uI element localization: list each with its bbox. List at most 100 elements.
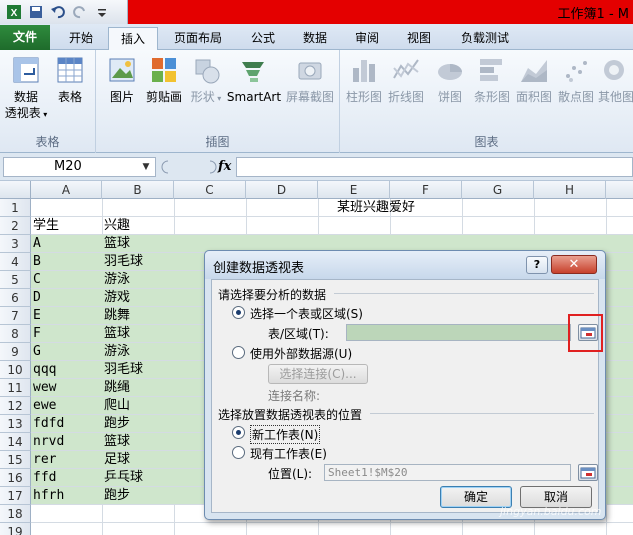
column-header[interactable]: F <box>390 181 462 199</box>
table-cell[interactable]: 跳舞 <box>102 307 130 325</box>
name-box[interactable]: M20 <box>3 157 156 177</box>
tab-page-layout[interactable]: 页面布局 <box>166 27 230 50</box>
pivottable-button[interactable]: 数据 透视表 ▾ <box>4 54 48 123</box>
table-cell[interactable]: F <box>31 325 41 343</box>
undo-icon[interactable] <box>50 4 66 20</box>
header-cell[interactable]: 学生 <box>31 217 59 235</box>
column-header[interactable]: D <box>246 181 318 199</box>
row-header[interactable]: 13 <box>0 415 31 433</box>
row-header[interactable]: 7 <box>0 307 31 325</box>
formula-input[interactable] <box>236 157 633 177</box>
area-chart-button[interactable]: 面积图 <box>514 54 554 105</box>
row-header[interactable]: 1 <box>0 199 31 217</box>
table-cell[interactable]: E <box>31 307 41 325</box>
column-header[interactable]: A <box>31 181 102 199</box>
table-cell[interactable]: 爬山 <box>102 397 130 415</box>
radio-select-range-label[interactable]: 选择一个表或区域(S) <box>250 305 363 322</box>
save-icon[interactable] <box>28 4 44 20</box>
radio-new-worksheet-label[interactable]: 新工作表(N) <box>250 425 321 444</box>
customize-qat-icon[interactable] <box>94 4 110 20</box>
row-header[interactable]: 9 <box>0 343 31 361</box>
table-cell[interactable]: 乒乓球 <box>102 469 143 487</box>
table-cell[interactable]: ffd <box>31 469 56 487</box>
tab-file[interactable]: 文件 <box>0 25 50 50</box>
table-cell[interactable]: fdfd <box>31 415 64 433</box>
radio-new-worksheet[interactable] <box>232 426 245 439</box>
table-cell[interactable]: A <box>31 235 41 253</box>
table-cell[interactable]: 足球 <box>102 451 130 469</box>
row-header[interactable]: 10 <box>0 361 31 379</box>
table-cell[interactable]: D <box>31 289 41 307</box>
other-charts-button[interactable]: 其他图 <box>596 54 633 105</box>
table-cell[interactable]: 羽毛球 <box>102 361 143 379</box>
shapes-button[interactable]: 形状 ▾ <box>188 54 224 107</box>
line-chart-button[interactable]: 折线图 <box>386 54 426 105</box>
column-header[interactable]: B <box>102 181 174 199</box>
tab-data[interactable]: 数据 <box>292 27 338 50</box>
table-row[interactable] <box>31 523 633 535</box>
row-header[interactable]: 12 <box>0 397 31 415</box>
insert-function-button[interactable]: fx <box>218 159 231 174</box>
radio-existing-worksheet[interactable] <box>232 446 245 459</box>
table-row[interactable]: 学生 兴趣 <box>31 217 633 235</box>
table-cell[interactable]: ewe <box>31 397 56 415</box>
table-cell[interactable]: nrvd <box>31 433 64 451</box>
tab-home[interactable]: 开始 <box>58 27 104 50</box>
name-box-dropdown-icon[interactable]: ▼ <box>139 158 153 176</box>
row-header[interactable]: 5 <box>0 271 31 289</box>
table-cell[interactable]: 游泳 <box>102 271 130 289</box>
radio-external-source[interactable] <box>232 346 245 359</box>
row-header[interactable]: 4 <box>0 253 31 271</box>
row-header[interactable]: 16 <box>0 469 31 487</box>
tab-review[interactable]: 审阅 <box>344 27 390 50</box>
column-header[interactable]: E <box>318 181 390 199</box>
location-input[interactable]: Sheet1!$M$20 <box>324 464 571 481</box>
row-header[interactable]: 14 <box>0 433 31 451</box>
column-header[interactable]: H <box>534 181 606 199</box>
tab-formulas[interactable]: 公式 <box>240 27 286 50</box>
redo-icon[interactable] <box>72 4 88 20</box>
radio-existing-worksheet-label[interactable]: 现有工作表(E) <box>250 445 327 462</box>
row-header[interactable]: 3 <box>0 235 31 253</box>
tab-view[interactable]: 视图 <box>396 27 442 50</box>
tab-insert[interactable]: 插入 <box>108 27 158 51</box>
location-picker-button[interactable] <box>578 464 598 481</box>
row-header[interactable]: 11 <box>0 379 31 397</box>
tab-load-test[interactable]: 负载测试 <box>450 27 520 50</box>
table-cell[interactable]: qqq <box>31 361 56 379</box>
row-header[interactable]: 18 <box>0 505 31 523</box>
radio-select-range[interactable] <box>232 306 245 319</box>
row-header[interactable]: 17 <box>0 487 31 505</box>
row-header[interactable]: 8 <box>0 325 31 343</box>
table-row[interactable]: 某班兴趣爱好 <box>31 199 633 217</box>
row-header[interactable]: 19 <box>0 523 31 535</box>
column-header[interactable]: G <box>462 181 534 199</box>
table-cell[interactable]: 跑步 <box>102 487 130 505</box>
bar-chart-button[interactable]: 条形图 <box>472 54 512 105</box>
row-header[interactable]: 2 <box>0 217 31 235</box>
header-cell[interactable]: 兴趣 <box>102 217 130 235</box>
column-header[interactable]: C <box>174 181 246 199</box>
row-header[interactable]: 6 <box>0 289 31 307</box>
screenshot-button[interactable]: 屏幕截图 <box>282 54 338 105</box>
table-cell[interactable]: 游泳 <box>102 343 130 361</box>
table-cell[interactable]: 篮球 <box>102 235 130 253</box>
scatter-chart-button[interactable]: 散点图 <box>556 54 596 105</box>
table-cell[interactable]: 跳绳 <box>102 379 130 397</box>
close-button[interactable]: ✕ <box>551 255 597 274</box>
choose-connection-button[interactable]: 选择连接(C)... <box>268 364 368 384</box>
table-cell[interactable]: 羽毛球 <box>102 253 143 271</box>
table-cell[interactable]: wew <box>31 379 56 397</box>
table-cell[interactable]: rer <box>31 451 56 469</box>
table-cell[interactable]: 跑步 <box>102 415 130 433</box>
table-cell[interactable]: C <box>31 271 41 289</box>
select-all-corner[interactable] <box>0 181 31 199</box>
help-button[interactable]: ? <box>526 256 548 274</box>
picture-button[interactable]: 图片 <box>102 54 142 105</box>
pie-chart-button[interactable]: 饼图 <box>430 54 470 105</box>
sheet-title-cell[interactable]: 某班兴趣爱好 <box>276 199 476 217</box>
table-button[interactable]: 表格 <box>50 54 90 105</box>
table-cell[interactable]: 篮球 <box>102 433 130 451</box>
table-cell[interactable]: hfrh <box>31 487 64 505</box>
table-cell[interactable]: G <box>31 343 41 361</box>
